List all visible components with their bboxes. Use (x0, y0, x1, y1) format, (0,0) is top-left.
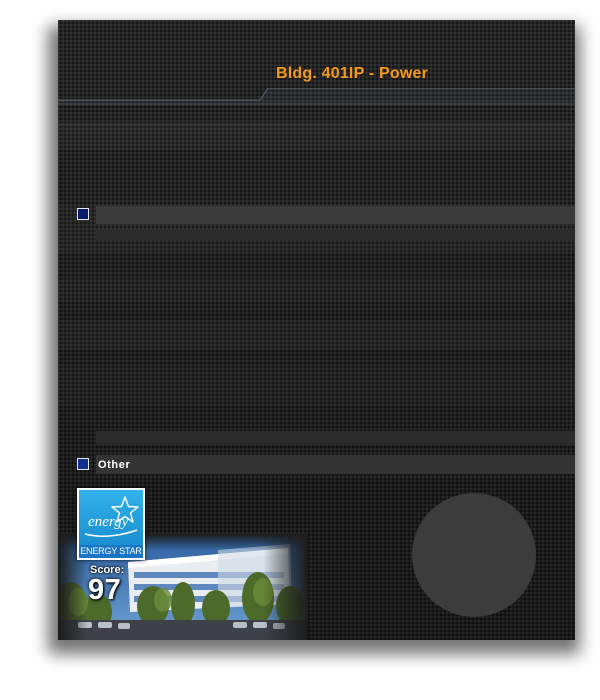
energy-star-logo: energy ENERGY STAR (77, 488, 145, 560)
energy-star-badge: energy (79, 490, 143, 545)
legend-subrow-1 (96, 230, 575, 240)
energy-script: energy (88, 514, 129, 530)
mid-band-2 (58, 320, 575, 350)
legend-row-1 (96, 206, 575, 224)
gauge-circle (412, 493, 536, 617)
page-title: Bldg. 401IP - Power (276, 65, 428, 82)
legend-subrow-2 (96, 431, 575, 445)
legend-swatch-other[interactable] (77, 458, 89, 470)
mid-band-1 (58, 278, 575, 302)
score-value: 97 (88, 574, 122, 606)
legend-label-other: Other (98, 459, 131, 471)
legend-row-other (96, 455, 575, 474)
energy-star-icon: energy (84, 496, 139, 538)
dashboard-panel: Bldg. 401IP - Power Other energy ENERGY … (58, 20, 575, 640)
legend-swatch-1[interactable] (77, 208, 89, 220)
energy-star-text: ENERGY STAR (79, 545, 143, 558)
header-band (58, 125, 575, 150)
mid-band-3 (58, 365, 575, 405)
